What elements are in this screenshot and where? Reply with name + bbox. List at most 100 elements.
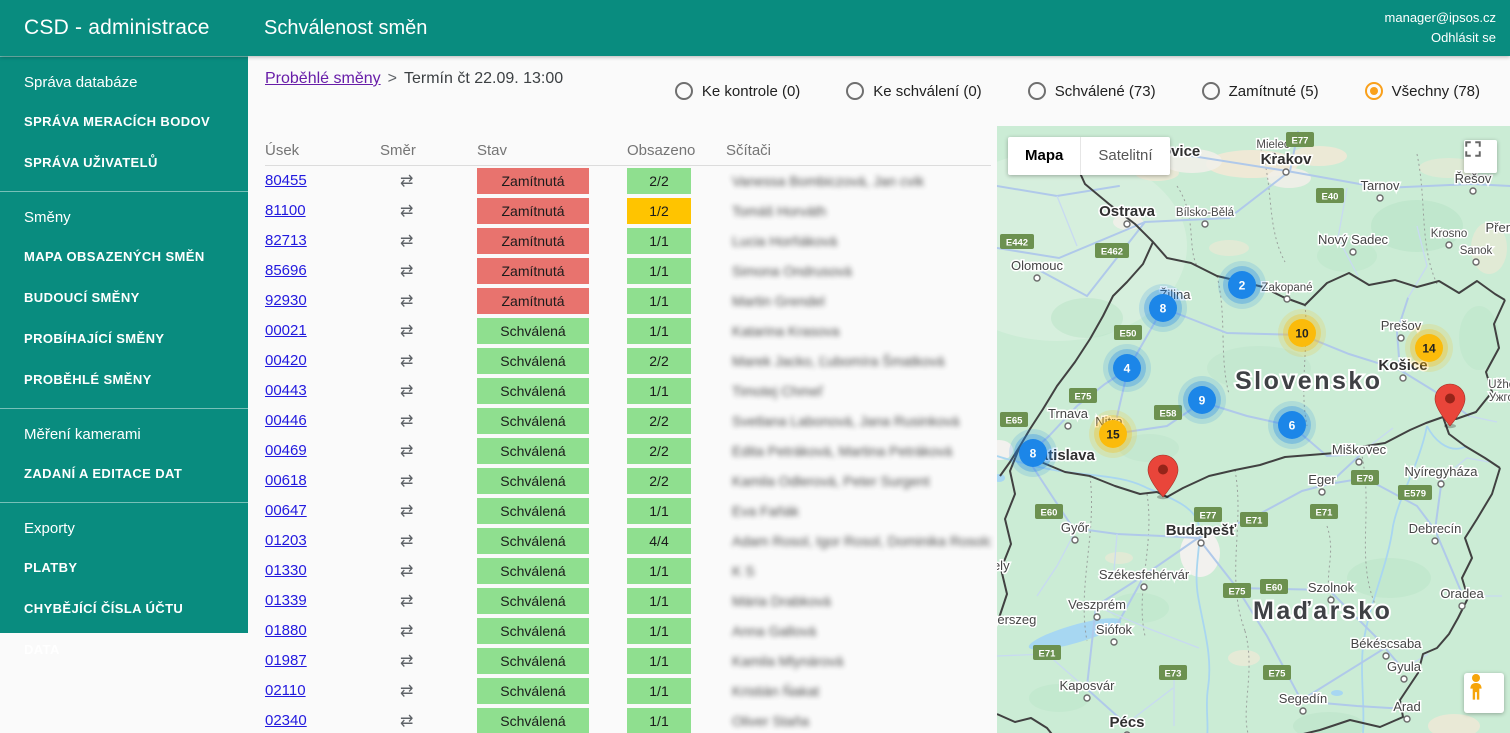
map-city-label: Arad [1393, 699, 1420, 714]
cluster-marker-blue[interactable]: 8 [1139, 284, 1187, 332]
table-row: 00443⇄Schválená1/1Timotej Chmeľ [265, 376, 991, 406]
section-link[interactable]: 01203 [265, 532, 307, 549]
road-badge: E75 [1223, 583, 1251, 598]
sidebar-section: ExportyPLATBYCHYBĚJÍCÍ ČÍSLA ÚČTUDATA [0, 502, 248, 678]
cell-usek: 92930 [265, 292, 380, 310]
cell-usek: 85696 [265, 262, 380, 280]
road-badge: E71 [1033, 645, 1061, 660]
map-city-dot [1401, 676, 1407, 682]
section-link[interactable]: 00443 [265, 382, 307, 399]
cell-stav: Zamítnutá [477, 288, 627, 314]
sidebar-item[interactable]: SPRÁVA UŽIVATELŮ [0, 142, 248, 183]
sidebar-item[interactable]: CHYBĚJÍCÍ ČÍSLA ÚČTU [0, 588, 248, 629]
breadcrumb-link[interactable]: Proběhlé směny [265, 70, 381, 87]
section-link[interactable]: 01330 [265, 562, 307, 579]
table-row: 00469⇄Schválená2/2Edita Petráková, Marti… [265, 436, 991, 466]
filter-option[interactable]: Všechny (78) [1365, 82, 1480, 100]
sidebar-item[interactable]: PLATBY [0, 547, 248, 588]
sidebar-item[interactable]: PROBÍHAJÍCÍ SMĚNY [0, 318, 248, 359]
cluster-marker-yellow[interactable]: 10 [1278, 309, 1326, 357]
radio-icon[interactable] [1202, 82, 1220, 100]
section-link[interactable]: 00021 [265, 322, 307, 339]
section-link[interactable]: 00446 [265, 412, 307, 429]
fullscreen-button[interactable] [1464, 140, 1497, 173]
cell-stav: Zamítnutá [477, 228, 627, 254]
counters-names: Timotej Chmeľ [726, 383, 991, 399]
filter-option[interactable]: Schválené (73) [1028, 82, 1156, 100]
section-link[interactable]: 81100 [265, 202, 306, 219]
direction-swap-icon: ⇄ [380, 383, 413, 400]
counters-names: Kamila Odlerová, Peter Surgent [726, 473, 991, 489]
map-city-label: Trnava [1048, 406, 1089, 421]
direction-swap-icon: ⇄ [380, 323, 413, 340]
cell-smer: ⇄ [380, 471, 477, 491]
map-type-map-button[interactable]: Mapa [1008, 137, 1080, 175]
section-link[interactable]: 80455 [265, 172, 307, 189]
radio-icon[interactable] [675, 82, 693, 100]
table-row: 82713⇄Zamítnutá1/1Lucia Horňáková [265, 226, 991, 256]
section-link[interactable]: 01880 [265, 622, 307, 639]
cluster-marker-blue[interactable]: 9 [1178, 376, 1226, 424]
pegman-icon [1464, 673, 1488, 701]
pegman-button[interactable] [1464, 673, 1504, 713]
map-panel[interactable]: MielecKatoviceKrakovTarnovŘešovOstravaBí… [997, 126, 1510, 733]
map-type-satellite-button[interactable]: Satelitní [1080, 137, 1169, 175]
table-row: 01203⇄Schválená4/4Adam Rosol, Igor Rosol… [265, 526, 991, 556]
map-city-label: Kaposvár [1060, 678, 1116, 693]
section-link[interactable]: 92930 [265, 292, 307, 309]
counters-names: Katarina Krasova [726, 323, 991, 339]
red-pin-marker[interactable] [1435, 384, 1465, 428]
sidebar-item[interactable]: PROBĚHLÉ SMĚNY [0, 359, 248, 400]
cluster-marker-blue[interactable]: 8 [1009, 429, 1057, 477]
road-badge: E442 [1000, 234, 1034, 249]
cluster-marker-blue[interactable]: 4 [1103, 344, 1151, 392]
filter-option[interactable]: Ke schválení (0) [846, 82, 981, 100]
section-link[interactable]: 00469 [265, 442, 307, 459]
sidebar-item[interactable]: BUDOUCÍ SMĚNY [0, 277, 248, 318]
section-link[interactable]: 01339 [265, 592, 307, 609]
radio-icon[interactable] [1028, 82, 1046, 100]
status-badge: Schválená [477, 498, 589, 524]
section-link[interactable]: 02340 [265, 712, 307, 729]
admin-boundary [1245, 631, 1252, 733]
cluster-marker-blue[interactable]: 2 [1218, 261, 1266, 309]
cluster-marker-yellow[interactable]: 14 [1405, 324, 1453, 372]
svg-text:14: 14 [1422, 342, 1436, 356]
cell-smer: ⇄ [380, 441, 477, 461]
radio-selected-icon[interactable] [1365, 82, 1383, 100]
section-link[interactable]: 82713 [265, 232, 307, 249]
counters-names: Adam Rosol, Igor Rosol, Dominika Rosolov… [726, 533, 991, 549]
svg-text:E60: E60 [1041, 508, 1058, 519]
cell-smer: ⇄ [380, 561, 477, 581]
direction-swap-icon: ⇄ [380, 563, 413, 580]
section-link[interactable]: 85696 [265, 262, 307, 279]
cluster-marker-blue[interactable]: 6 [1268, 401, 1316, 449]
sidebar-item[interactable]: SPRÁVA MERACÍCH BODOV [0, 101, 248, 142]
logout-link[interactable]: Odhlásit se [1385, 28, 1496, 48]
section-link[interactable]: 00618 [265, 472, 307, 489]
map-city-label: Krosno [1431, 228, 1467, 240]
cluster-marker-yellow[interactable]: 15 [1089, 410, 1137, 458]
sidebar-item[interactable]: ZADANÍ A EDITACE DAT [0, 453, 248, 494]
sidebar-item[interactable]: DATA [0, 629, 248, 670]
column-header: Stav [477, 142, 627, 159]
section-link[interactable]: 01987 [265, 652, 307, 669]
cell-usek: 00420 [265, 352, 380, 370]
section-link[interactable]: 02110 [265, 682, 306, 699]
radio-icon[interactable] [846, 82, 864, 100]
cell-usek: 01330 [265, 562, 380, 580]
column-header: Obsazeno [627, 142, 726, 159]
road-badge: E71 [1310, 504, 1338, 519]
filter-option[interactable]: Zamítnuté (5) [1202, 82, 1319, 100]
map-canvas[interactable]: MielecKatoviceKrakovTarnovŘešovOstravaBí… [997, 126, 1510, 733]
sidebar-item[interactable]: MAPA OBSAZENÝCH SMĚN [0, 236, 248, 277]
section-link[interactable]: 00647 [265, 502, 307, 519]
filter-option[interactable]: Ke kontrole (0) [675, 82, 800, 100]
map-city-label: Řešov [1455, 171, 1492, 186]
map-city-dot [1124, 221, 1130, 227]
cell-obsazeno: 2/2 [627, 468, 726, 494]
section-link[interactable]: 00420 [265, 352, 307, 369]
direction-swap-icon: ⇄ [380, 293, 413, 310]
road-badge: E58 [1154, 405, 1182, 420]
map-city-label: Siófok [1096, 622, 1133, 637]
